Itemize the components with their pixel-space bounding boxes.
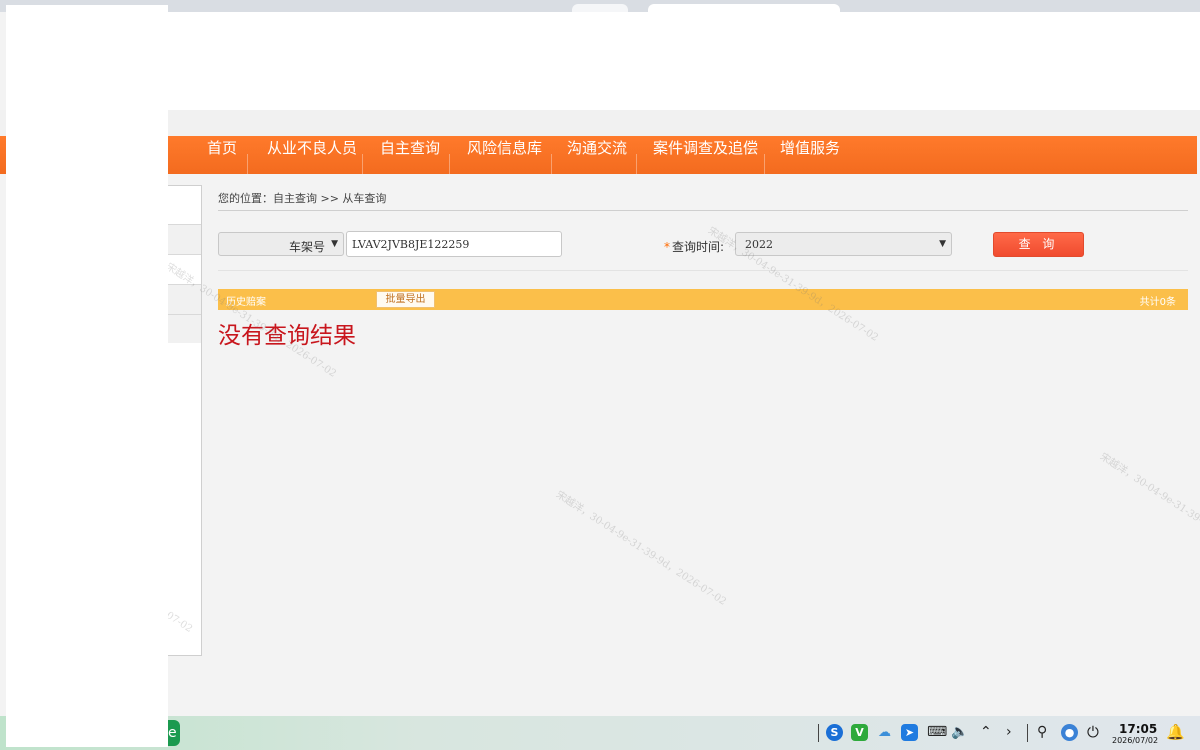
batch-export-button[interactable]: 批量导出 — [376, 291, 435, 308]
query-time-text: 查询时间: — [672, 240, 725, 254]
tray-divider — [1027, 724, 1028, 742]
results-header-bar: 历史赔案 共计0条 — [218, 289, 1188, 310]
browser-globe-icon[interactable]: ● — [1061, 724, 1078, 741]
app-v-icon[interactable]: V — [851, 724, 868, 741]
nav-separator — [764, 154, 765, 174]
main-navbar: 首页 从业不良人员 自主查询 风险信息库 沟通交流 案件调查及追偿 增值服务 — [0, 136, 1197, 174]
nav-separator — [636, 154, 637, 174]
power-icon[interactable]: ⏻ — [1087, 722, 1099, 742]
nav-separator — [362, 154, 363, 174]
redacted-browser-area — [168, 12, 1200, 110]
sidebar-item[interactable] — [168, 284, 201, 315]
chevron-right-icon[interactable]: › — [1006, 722, 1012, 742]
nav-item-communication[interactable]: 沟通交流 — [567, 138, 627, 158]
chevron-down-icon: ▼ — [939, 239, 946, 249]
query-button[interactable]: 查 询 — [993, 232, 1084, 257]
query-year-value: 2022 — [745, 238, 773, 251]
nav-item-case-investigation[interactable]: 案件调查及追偿 — [653, 138, 758, 158]
required-mark: * — [664, 240, 670, 254]
watermark-text: 宋越洋，30-04-9e-31-39-9d，2026-07-02 — [553, 489, 728, 608]
app-s-icon[interactable]: S — [826, 724, 843, 741]
divider — [218, 270, 1188, 271]
sidebar-item[interactable] — [168, 224, 201, 255]
page-top-strip — [0, 110, 1200, 136]
keyboard-icon[interactable]: ⌨ — [927, 722, 947, 742]
empty-result-message: 没有查询结果 — [218, 323, 356, 349]
sidebar-item[interactable] — [168, 254, 201, 285]
nav-item-value-added[interactable]: 增值服务 — [780, 138, 840, 158]
browser-tab-strip — [0, 0, 1200, 12]
clock-date[interactable]: 2026/07/02 — [1112, 736, 1158, 745]
breadcrumb: 您的位置：自主查询 >> 从车查询 — [218, 192, 387, 205]
nav-item-home[interactable]: 首页 — [207, 138, 237, 158]
query-year-select[interactable]: 2022 ▼ — [735, 232, 952, 256]
app-arrow-icon[interactable]: ➤ — [901, 724, 918, 741]
nav-item-bad-personnel[interactable]: 从业不良人员 — [267, 138, 357, 158]
nav-item-risk-library[interactable]: 风险信息库 — [467, 138, 542, 158]
browser-tab[interactable] — [572, 4, 628, 12]
results-title: 历史赔案 — [226, 297, 266, 308]
cloud-icon[interactable]: ☁ — [876, 724, 893, 741]
sidebar-panel — [168, 185, 202, 656]
clock-time[interactable]: 17:05 — [1119, 722, 1157, 736]
os-taskbar — [0, 716, 1200, 750]
chevron-down-icon: ▼ — [331, 239, 338, 249]
watermark-text: 宋越洋，30-04-9e-31-39-9d，2026-07-02 — [1097, 451, 1200, 570]
query-type-select[interactable]: 车架号 ▼ — [218, 232, 344, 256]
search-icon[interactable]: ⚲ — [1037, 722, 1047, 742]
nav-separator — [247, 154, 248, 174]
divider — [218, 210, 1188, 211]
query-time-label: * 查询时间: — [664, 238, 724, 255]
chevron-up-icon[interactable]: ⌃ — [980, 722, 992, 742]
sidebar-item[interactable] — [168, 314, 201, 343]
nav-separator — [551, 154, 552, 174]
browser-tab-active[interactable] — [648, 4, 840, 12]
nav-separator — [449, 154, 450, 174]
results-count: 共计0条 — [1139, 297, 1176, 308]
browser-edge-icon[interactable]: e — [168, 720, 180, 746]
notification-bell-icon[interactable]: 🔔 — [1166, 722, 1185, 742]
tray-divider — [818, 724, 819, 742]
volume-icon[interactable]: 🔈 — [951, 722, 968, 742]
nav-item-self-query[interactable]: 自主查询 — [380, 138, 440, 158]
redacted-left-area — [6, 5, 168, 747]
vin-input[interactable] — [346, 231, 562, 257]
query-type-value: 车架号 — [288, 240, 325, 254]
